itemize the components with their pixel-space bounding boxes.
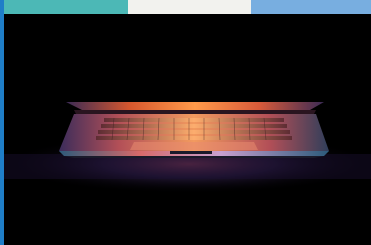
laptop-icon — [4, 102, 371, 194]
top-bar-segment-teal — [4, 0, 128, 14]
top-color-bar — [4, 0, 371, 14]
top-bar-segment-blue — [251, 0, 371, 14]
top-bar-segment-white — [128, 0, 251, 14]
laptop-photo — [4, 14, 371, 245]
image-card — [0, 0, 371, 245]
